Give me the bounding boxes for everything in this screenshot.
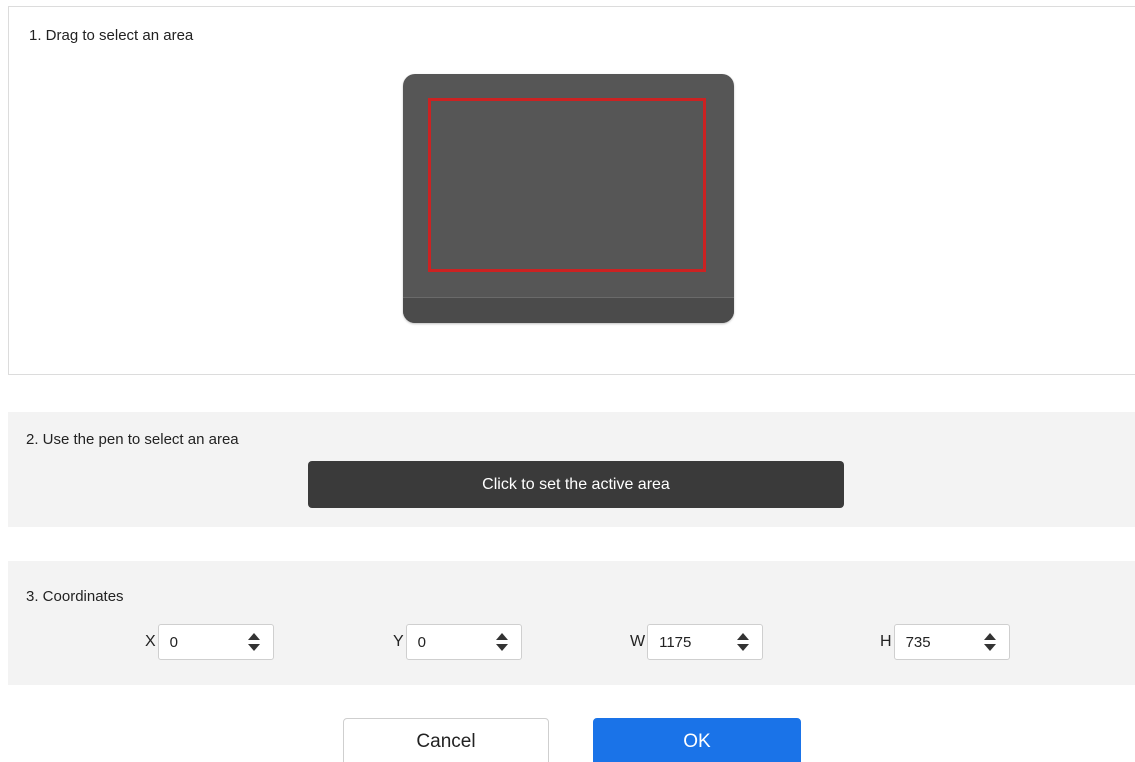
drag-select-section: 1. Drag to select an area xyxy=(8,6,1135,375)
coord-h-label: H xyxy=(880,633,892,650)
spin-arrows-icon[interactable] xyxy=(983,632,997,652)
coord-y-label: Y xyxy=(393,633,404,650)
coord-y-stepper[interactable]: 0 xyxy=(405,624,522,660)
spin-arrows-icon[interactable] xyxy=(247,632,261,652)
coord-w-label: W xyxy=(630,633,646,650)
coord-y: Y 0 xyxy=(393,623,522,661)
tablet-bottom-bezel xyxy=(403,297,734,323)
active-area-dialog: 1. Drag to select an area 2. Use the pen… xyxy=(0,0,1135,762)
set-active-area-button[interactable]: Click to set the active area xyxy=(308,461,844,508)
coord-w: W 1175 xyxy=(630,623,764,661)
drag-select-title: 1. Drag to select an area xyxy=(29,27,194,44)
coordinates-title: 3. Coordinates xyxy=(26,588,124,605)
coord-x-value[interactable]: 0 xyxy=(170,625,178,659)
coord-y-value[interactable]: 0 xyxy=(418,625,426,659)
coord-w-stepper[interactable]: 1175 xyxy=(647,624,764,660)
coord-w-value[interactable]: 1175 xyxy=(659,625,691,659)
spin-arrows-icon[interactable] xyxy=(495,632,509,652)
ok-button[interactable]: OK xyxy=(593,718,801,762)
coord-h-stepper[interactable]: 735 xyxy=(893,624,1010,660)
coordinates-section: 3. Coordinates X 0 Y 0 W 1175 H 735 xyxy=(8,561,1135,685)
coord-x: X 0 xyxy=(145,623,274,661)
coord-h-value[interactable]: 735 xyxy=(906,625,931,659)
coord-x-label: X xyxy=(145,633,156,650)
tablet-preview[interactable] xyxy=(403,74,734,323)
pen-select-section: 2. Use the pen to select an area Click t… xyxy=(8,412,1135,527)
active-area-selection[interactable] xyxy=(428,98,706,272)
spin-arrows-icon[interactable] xyxy=(736,632,750,652)
coord-x-stepper[interactable]: 0 xyxy=(157,624,274,660)
pen-select-title: 2. Use the pen to select an area xyxy=(26,431,239,448)
cancel-button[interactable]: Cancel xyxy=(343,718,549,762)
coord-h: H 735 xyxy=(880,623,1010,661)
